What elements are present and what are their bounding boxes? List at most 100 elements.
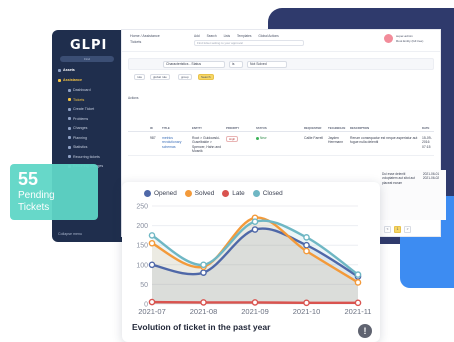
y-tick-label: 100 — [136, 262, 148, 269]
data-point-solved — [354, 279, 362, 286]
info-icon[interactable]: ! — [358, 324, 372, 338]
legend-swatch — [252, 190, 260, 197]
data-point-solved — [148, 239, 156, 247]
actions-button[interactable]: Actions — [128, 96, 138, 100]
menu-item-icon — [68, 117, 71, 121]
chart-legend: Opened Solved Late Closed — [144, 190, 291, 197]
data-point-opened — [148, 261, 156, 269]
pager-next-button[interactable]: > — [404, 226, 411, 233]
cell-technician[interactable]: Jayden Herrmann — [328, 136, 348, 145]
user-entity: Root Entity (full tree) — [396, 39, 424, 43]
sidebar-item-assistance[interactable]: Assistance — [58, 78, 82, 82]
cell-description: Rerum consequatur est neque asperiatur a… — [350, 136, 418, 145]
pager-prev-button[interactable]: < — [384, 226, 391, 233]
data-point-late — [148, 298, 156, 306]
add-button[interactable]: Add — [194, 34, 200, 38]
data-point-closed — [251, 218, 259, 225]
data-point-solved — [303, 247, 310, 255]
column-header-entity[interactable]: ENTITY — [192, 126, 202, 130]
search-submit-button[interactable]: Search — [198, 74, 214, 80]
filter-field-select[interactable]: Characteristics - Status — [163, 61, 225, 68]
sidebar-item-label: Statistics — [73, 145, 88, 149]
partial-table-row[interactable]: Dui esse deleniti voluptatem aut sitot a… — [380, 170, 446, 220]
pending-tickets-card[interactable]: 55 Pending Tickets — [10, 164, 98, 220]
sidebar-item-changes[interactable]: Changes — [68, 126, 87, 130]
sidebar-item-assets[interactable]: Assets — [58, 68, 75, 72]
column-header-requester[interactable]: REQUESTER — [304, 126, 321, 130]
cell-priority: High — [226, 136, 239, 143]
top-actions: Add Search Lists Templates Global Action… — [194, 34, 285, 38]
legend-label: Closed — [262, 190, 283, 198]
legend-swatch — [222, 190, 230, 197]
x-tick-label: 2021-09 — [241, 307, 269, 316]
menu-item-icon — [58, 68, 61, 72]
cell-requester[interactable]: Callie Farrell — [304, 136, 326, 140]
pending-label: Pending Tickets — [18, 190, 55, 213]
sidebar-item-label: Create Ticket — [73, 107, 95, 111]
y-tick-label: 150 — [136, 243, 148, 250]
legend-item-opened[interactable]: Opened — [144, 190, 177, 197]
table-row[interactable]: 987 metrics revolutionary schemas Root >… — [128, 134, 434, 156]
column-header-description[interactable]: DESCRIPTION — [350, 126, 369, 130]
chip-global-rule[interactable]: global rule — [150, 74, 170, 80]
sidebar-item-planning[interactable]: Planning — [68, 136, 87, 140]
sidebar-item-label: Tickets — [73, 97, 85, 102]
column-header-status[interactable]: STATUS — [256, 126, 267, 130]
avatar[interactable] — [384, 34, 393, 43]
search-button[interactable]: Search — [207, 34, 217, 38]
sidebar-item-label: Problems — [73, 116, 89, 121]
sidebar-item-create-ticket[interactable]: Create Ticket — [68, 107, 94, 111]
cell-entity: Root > Guidowski-Guselbakie > Spencer, H… — [192, 136, 222, 154]
user-info[interactable]: super-admin Root Entity (full tree) — [396, 34, 423, 44]
sidebar-item-problems[interactable]: Problems — [68, 117, 88, 121]
sidebar-find-label: Find — [84, 57, 90, 61]
sidebar-find-button[interactable]: Find — [60, 56, 114, 62]
legend-label: Late — [232, 190, 245, 198]
cell-date: 15-09-2016 07:15 — [422, 136, 432, 149]
cell-status: New — [256, 136, 266, 140]
menu-item-icon — [68, 136, 71, 140]
sidebar-item-label: Planning — [73, 135, 87, 140]
chip-group[interactable]: group — [178, 74, 192, 80]
cell-title[interactable]: metrics revolutionary schemas — [162, 136, 188, 149]
chip-rule[interactable]: rule — [134, 74, 146, 80]
sidebar-item-recurring-tickets[interactable]: Recurring tickets — [68, 155, 100, 159]
screenshot-stage: GLPI Find Assets Assistance Dashboard Ticke… — [0, 0, 454, 342]
legend-item-late[interactable]: Late — [222, 190, 245, 198]
sidebar-item-label: Changes — [73, 126, 88, 130]
legend-item-closed[interactable]: Closed — [252, 190, 283, 198]
column-header-priority[interactable]: PRIORITY — [226, 126, 239, 130]
ticket-evolution-card: Opened Solved Late Closed 0 50 100 150 200 250 20… — [122, 182, 380, 342]
menu-item-icon — [68, 145, 71, 149]
filter-operator-select[interactable]: is — [229, 61, 243, 68]
column-header-title[interactable]: TITLE — [162, 126, 170, 130]
x-tick-label: 2021-10 — [293, 307, 321, 316]
templates-button[interactable]: Templates — [237, 34, 252, 38]
collapse-menu-button[interactable]: Collapse menu — [58, 232, 82, 236]
y-tick-label: 200 — [136, 223, 148, 230]
column-header-technician[interactable]: TECHNICIAN — [328, 126, 345, 130]
pager-page-1[interactable]: 1 — [394, 226, 401, 233]
legend-label: Opened — [154, 190, 177, 198]
x-tick-label: 2021-07 — [138, 307, 166, 316]
x-tick-label: 2021-08 — [190, 307, 218, 316]
breadcrumb[interactable]: Home / Assistance — [130, 34, 160, 38]
sidebar-item-tickets[interactable]: Tickets — [68, 98, 84, 102]
lists-button[interactable]: Lists — [224, 34, 231, 38]
legend-swatch — [184, 190, 192, 197]
sidebar-item-statistics[interactable]: Statistics — [68, 145, 87, 149]
sidebar-item-label: Recurring tickets — [73, 154, 100, 159]
column-header-date[interactable]: DATE — [422, 126, 429, 130]
menu-item-icon — [68, 98, 71, 102]
global-actions-button[interactable]: Global Actions — [258, 34, 278, 38]
sidebar-item-dashboard[interactable]: Dashboard — [68, 88, 91, 92]
filter-value-select[interactable]: Not Solved — [247, 61, 287, 68]
search-input[interactable]: Find ticket setting to your approval — [194, 40, 304, 46]
data-point-late — [303, 299, 310, 307]
status-dot-icon — [256, 136, 259, 140]
table-toolbar: Actions — [128, 96, 144, 100]
app-logo: GLPI — [70, 38, 108, 53]
column-header-id[interactable]: ID — [150, 126, 153, 130]
legend-item-solved[interactable]: Solved — [184, 190, 214, 197]
partial-row-date: 2021-06-02 — [422, 176, 440, 181]
